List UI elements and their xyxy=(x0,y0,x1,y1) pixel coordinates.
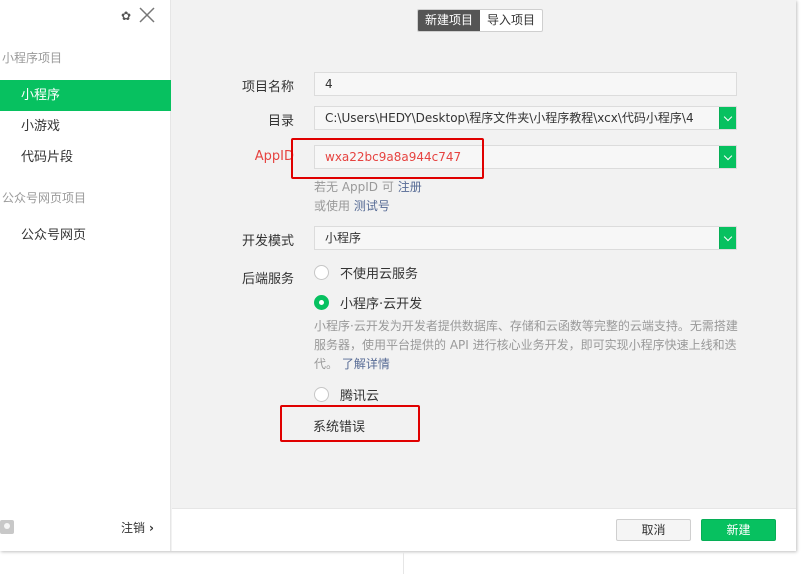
logout-label: 注销 xyxy=(121,521,146,535)
sidebar-item-public-web[interactable]: 公众号网页 xyxy=(0,220,171,251)
directory-select[interactable]: C:\Users\HEDY\Desktop\程序文件夹\小程序教程\xcx\代码… xyxy=(314,106,737,130)
tab-import-project[interactable]: 导入项目 xyxy=(480,10,542,31)
chevron-right-icon: › xyxy=(149,521,154,535)
test-hint-text: 或使用 xyxy=(314,199,351,213)
sidebar-footer: 注销 › xyxy=(0,517,171,541)
appid-register-hint: 若无 AppID 可 注册 xyxy=(314,178,422,195)
chevron-down-icon[interactable] xyxy=(719,146,736,168)
new-project-window: ✿ 小程序项目 小程序 小游戏 代码片段 公众号网页项目 公众号网页 注销 › 新… xyxy=(0,0,796,551)
register-link[interactable]: 注册 xyxy=(398,180,422,194)
test-account-link[interactable]: 测试号 xyxy=(354,199,390,213)
chevron-down-icon[interactable] xyxy=(719,107,736,129)
section-title-public-account: 公众号网页项目 xyxy=(2,191,87,205)
sidebar-item-mini-game[interactable]: 小游戏 xyxy=(0,111,171,142)
appid-select[interactable]: wxa22bc9a8a944c747 xyxy=(314,145,737,169)
dev-mode-label: 开发模式 xyxy=(241,234,294,249)
project-name-input[interactable]: 4 xyxy=(314,72,737,96)
cancel-button[interactable]: 取消 xyxy=(616,519,691,541)
radio-no-cloud[interactable]: 不使用云服务 xyxy=(314,263,419,282)
sidebar: ✿ 小程序项目 小程序 小游戏 代码片段 公众号网页项目 公众号网页 注销 › xyxy=(0,0,171,551)
directory-value: C:\Users\HEDY\Desktop\程序文件夹\小程序教程\xcx\代码… xyxy=(325,111,694,125)
radio-button[interactable] xyxy=(314,264,329,280)
sidebar-item-label: 小程序 xyxy=(21,88,61,103)
main-panel: 新建项目 导入项目 项目名称 4 目录 C:\Users\HEDY\Deskto… xyxy=(172,0,796,551)
directory-label: 目录 xyxy=(267,114,294,129)
project-tabs: 新建项目 导入项目 xyxy=(417,9,544,32)
radio-button[interactable] xyxy=(314,294,329,310)
logout-button[interactable]: 注销 › xyxy=(121,519,154,536)
tab-new-project[interactable]: 新建项目 xyxy=(418,10,481,31)
chevron-down-icon[interactable] xyxy=(719,227,736,249)
sidebar-item-code-snippet[interactable]: 代码片段 xyxy=(0,142,171,173)
sidebar-item-label: 公众号网页 xyxy=(21,228,87,243)
gear-icon[interactable]: ✿ xyxy=(119,9,133,23)
project-name-label: 项目名称 xyxy=(241,80,294,95)
backend-service-label: 后端服务 xyxy=(241,272,294,287)
radio-label: 不使用云服务 xyxy=(340,266,419,282)
close-icon[interactable] xyxy=(138,6,156,24)
learn-more-link[interactable]: 了解详情 xyxy=(342,357,390,371)
radio-label: 腾讯云 xyxy=(340,388,380,404)
section-title-mini-program: 小程序项目 xyxy=(2,51,63,65)
appid-label: AppID xyxy=(254,149,294,164)
cloud-dev-description: 小程序·云开发为开发者提供数据库、存储和云函数等完整的云端支持。无需搭建服务器，… xyxy=(314,317,744,374)
dialog-footer: 取消 新建 xyxy=(172,508,796,551)
avatar[interactable] xyxy=(0,520,14,534)
radio-button[interactable] xyxy=(314,386,329,402)
radio-tencent-cloud[interactable]: 腾讯云 xyxy=(314,385,380,404)
divider xyxy=(403,552,404,574)
appid-hint-text: 若无 AppID 可 xyxy=(314,180,394,194)
radio-cloud-dev[interactable]: 小程序·云开发 xyxy=(314,293,423,312)
dev-mode-select[interactable]: 小程序 xyxy=(314,226,737,250)
test-account-hint: 或使用 测试号 xyxy=(314,197,390,214)
sidebar-item-label: 小游戏 xyxy=(21,119,61,134)
sidebar-item-mini-program[interactable]: 小程序 xyxy=(0,80,171,111)
dev-mode-value: 小程序 xyxy=(325,231,362,245)
radio-label: 小程序·云开发 xyxy=(340,296,423,312)
error-message: 系统错误 xyxy=(313,420,366,435)
appid-value: wxa22bc9a8a944c747 xyxy=(325,150,462,164)
create-button[interactable]: 新建 xyxy=(701,519,776,541)
sidebar-item-label: 代码片段 xyxy=(21,150,74,165)
